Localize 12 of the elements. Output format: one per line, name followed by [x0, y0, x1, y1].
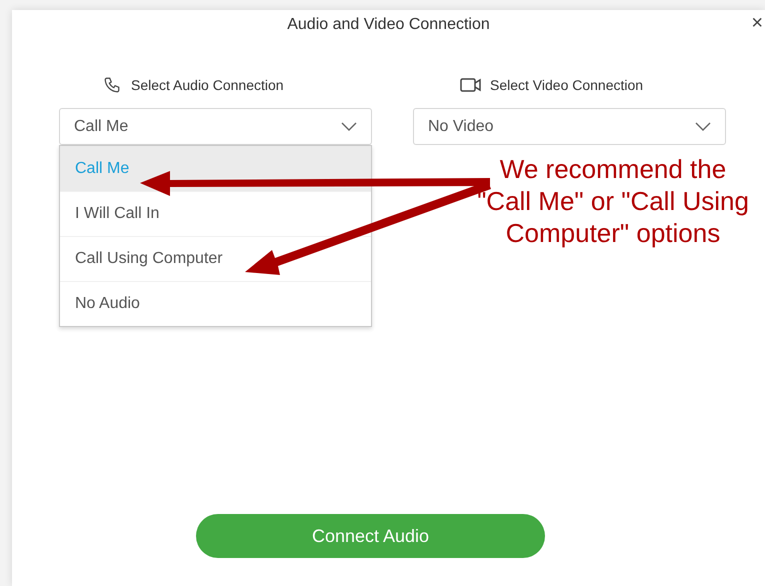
- chevron-down-icon: [695, 122, 711, 132]
- phone-icon: [103, 76, 121, 94]
- video-select[interactable]: No Video: [413, 108, 726, 145]
- video-section-label: Select Video Connection: [490, 76, 644, 94]
- dropdown-option[interactable]: No Audio: [60, 281, 371, 326]
- close-button[interactable]: ×: [751, 13, 763, 33]
- annotation-text: We recommend the "Call Me" or "Call Using Computer" options: [476, 153, 750, 249]
- audio-select[interactable]: Call Me: [59, 108, 372, 145]
- audio-section-label: Select Audio Connection: [131, 76, 284, 94]
- video-camera-icon: [460, 77, 482, 93]
- window-title: Audio and Video Connection: [287, 15, 490, 35]
- chevron-down-icon: [341, 122, 357, 132]
